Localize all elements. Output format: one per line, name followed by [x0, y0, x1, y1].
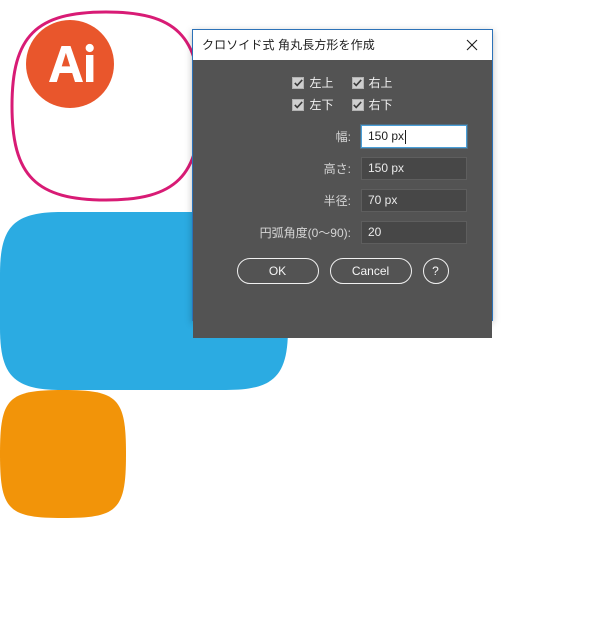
dialog-titlebar[interactable]: クロソイド式 角丸長方形を作成: [193, 30, 492, 60]
cancel-button[interactable]: Cancel: [329, 258, 412, 284]
arc-angle-input[interactable]: 20: [361, 221, 467, 244]
pink-squircle-outline-shape: [0, 0, 216, 212]
height-input-value: 150 px: [368, 161, 405, 175]
ok-button[interactable]: OK: [236, 258, 319, 284]
checkbox-box-icon[interactable]: [351, 99, 364, 111]
width-input[interactable]: 150 px: [361, 125, 467, 148]
field-row-height: 高さ: 150 px: [193, 157, 492, 180]
field-row-radius: 半径: 70 px: [193, 189, 492, 212]
checkbox-box-icon[interactable]: [292, 99, 305, 111]
field-row-arc-angle: 円弧角度(0〜90): 20: [193, 221, 492, 244]
width-input-value: 150 px: [368, 129, 405, 143]
checkbox-label-bottom-left: 左下: [309, 98, 334, 112]
check-icon: [294, 101, 303, 109]
dialog-title: クロソイド式 角丸長方形を作成: [202, 38, 375, 52]
text-caret: [405, 129, 407, 144]
corner-checkbox-row-top: 左上 右上: [193, 77, 492, 89]
orange-squircle-shape: [0, 390, 126, 518]
dialog-button-row: OK Cancel ?: [193, 258, 492, 284]
checkbox-top-left[interactable]: 左上: [292, 76, 334, 90]
help-button[interactable]: ?: [422, 258, 449, 284]
check-icon: [353, 101, 362, 109]
pink-squircle-svg: [10, 10, 202, 202]
field-label-width: 幅:: [335, 129, 351, 144]
checkbox-box-icon[interactable]: [351, 77, 364, 89]
dialog-fields: 幅: 150 px 高さ: 150 px 半径: 70 px 円弧角度(0〜90…: [193, 125, 492, 244]
checkbox-label-bottom-right: 右下: [368, 98, 393, 112]
check-icon: [294, 79, 303, 87]
orange-squircle-svg: [0, 390, 126, 518]
create-rounded-rect-dialog: クロソイド式 角丸長方形を作成 左上 右上 左下 右下 幅: 150 px 高さ…: [192, 29, 493, 338]
checkbox-top-right[interactable]: 右上: [351, 76, 393, 90]
arc-angle-input-value: 20: [368, 225, 382, 239]
dialog-body: 左上 右上 左下 右下 幅: 150 px 高さ: 150 px 半径: 70 …: [193, 77, 492, 338]
check-icon: [353, 79, 362, 87]
field-label-height: 高さ:: [323, 161, 351, 176]
close-icon: [466, 39, 478, 51]
checkbox-bottom-left[interactable]: 左下: [292, 98, 334, 112]
checkbox-box-icon[interactable]: [292, 77, 305, 89]
checkbox-bottom-right[interactable]: 右下: [351, 98, 393, 112]
corner-checkbox-row-bottom: 左下 右下: [193, 99, 492, 111]
field-row-width: 幅: 150 px: [193, 125, 492, 148]
checkbox-label-top-right: 右上: [368, 76, 393, 90]
checkbox-label-top-left: 左上: [309, 76, 334, 90]
close-button[interactable]: [452, 31, 492, 60]
radius-input-value: 70 px: [368, 193, 398, 207]
field-label-arc-angle: 円弧角度(0〜90):: [259, 225, 351, 240]
height-input[interactable]: 150 px: [361, 157, 467, 180]
field-label-radius: 半径:: [323, 193, 351, 208]
radius-input[interactable]: 70 px: [361, 189, 467, 212]
